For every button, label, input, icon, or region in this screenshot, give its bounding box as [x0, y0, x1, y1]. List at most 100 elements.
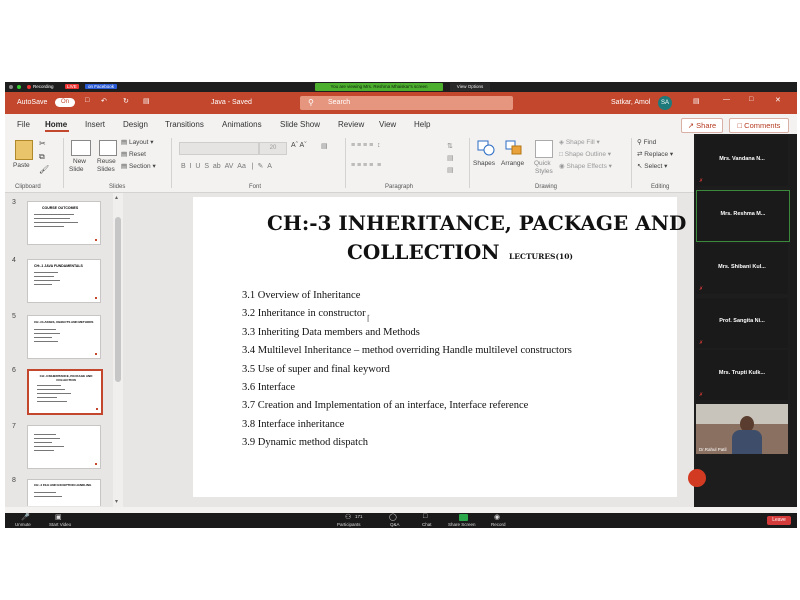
slide-item[interactable]: 3.1 Overview of Inheritance [242, 290, 360, 301]
new-slide-label[interactable]: New [73, 158, 86, 165]
slide-thumbnail[interactable]: CH:-4 FILE AND EXCEPTION HANDLING [27, 479, 101, 506]
leave-button[interactable]: Leave [767, 516, 791, 525]
tab-slide-show[interactable]: Slide Show [280, 120, 320, 129]
list-icons[interactable]: ≡ ≡ ≡ ≡ ↕ [351, 142, 381, 149]
participant-tile-active[interactable]: Mrs. Reshma M... [696, 190, 790, 242]
file-name[interactable]: Java - Saved [211, 99, 252, 106]
user-name[interactable]: Satkar, Amol [611, 99, 650, 106]
participant-tile[interactable]: Mrs. Shibani Kul... ✗ [696, 244, 788, 294]
present-icon[interactable]: ▤ [143, 97, 150, 105]
slide-title-line-2[interactable]: COLLECTION [347, 240, 500, 264]
new-slide-icon[interactable] [71, 140, 91, 156]
new-slide-label-2[interactable]: Slide [69, 166, 83, 173]
arrange-label[interactable]: Arrange [501, 160, 524, 167]
align-icons[interactable]: ≡ ≡ ≡ ≡ ≡ [351, 162, 381, 169]
slide-thumbnail[interactable]: CH:-CLASSES, OBJECTS AND METHODS [27, 315, 101, 359]
align-text-icon[interactable]: ▤ [447, 154, 454, 162]
tab-design[interactable]: Design [123, 120, 148, 129]
quick-styles-label[interactable]: Quick [534, 160, 551, 167]
slide-item[interactable]: 3.9 Dynamic method dispatch [242, 437, 368, 448]
clear-format-icon[interactable]: ▤ [321, 142, 328, 150]
participant-tile[interactable]: Mrs. Trupti Kulk... ✗ [696, 350, 788, 400]
record-indicator[interactable] [688, 469, 706, 487]
qa-label[interactable]: Q&A [390, 522, 400, 527]
unmute-label[interactable]: Unmute [15, 522, 31, 527]
format-painter-icon[interactable]: 🖌 [39, 165, 49, 174]
autosave-toggle[interactable]: On [55, 98, 76, 107]
tab-transitions[interactable]: Transitions [165, 120, 204, 129]
shapes-icon[interactable] [477, 140, 495, 156]
live-on-facebook[interactable]: on Facebook [85, 84, 118, 89]
tab-home[interactable]: Home [45, 120, 67, 129]
window-dot-icon[interactable] [9, 85, 13, 89]
qa-icon[interactable]: ◯ [389, 513, 397, 521]
comments-button[interactable]: □ Comments [729, 118, 789, 133]
video-camera-icon[interactable]: ▣ [55, 513, 62, 521]
slide-item[interactable]: 3.8 Interface inheritance [242, 419, 344, 430]
ribbon-display-icon[interactable]: ▤ [693, 97, 700, 105]
select-button[interactable]: ↖ Select ▾ [637, 162, 667, 170]
slide[interactable]: CH:-3 INHERITANCE, PACKAGE AND COLLECTIO… [193, 197, 686, 497]
slide-thumbnail[interactable]: CH:-1 JAVA FUNDAMENTALS [27, 259, 101, 303]
lectures-label[interactable]: LECTURES(10) [509, 252, 573, 261]
cut-icon[interactable]: ✂ [39, 139, 46, 148]
minimize-icon[interactable]: — [723, 96, 730, 103]
slide-item[interactable]: 3.6 Interface [242, 382, 295, 393]
reuse-label[interactable]: Reuse [97, 158, 116, 165]
copy-icon[interactable]: ⧉ [39, 152, 45, 162]
smartart-icon[interactable]: ▤ [447, 166, 454, 174]
participant-tile[interactable]: Mrs. Vandana N... ✗ [696, 136, 788, 186]
section-button[interactable]: ▤ Section ▾ [121, 162, 156, 170]
font-name-select[interactable] [179, 142, 259, 155]
shape-outline-button[interactable]: □ Shape Outline ▾ [559, 150, 611, 158]
tab-file[interactable]: File [17, 120, 30, 129]
slide-title-line-1[interactable]: CH:-3 INHERITANCE, PACKAGE AND [267, 211, 686, 235]
save-icon[interactable]: □ [85, 97, 89, 104]
start-video-label[interactable]: Start Video [49, 522, 71, 527]
chat-icon[interactable]: □ [423, 513, 427, 520]
slide-thumbnail[interactable] [27, 425, 101, 469]
scroll-up-icon[interactable]: ▴ [115, 194, 118, 201]
share-button[interactable]: ↗ Share [681, 118, 723, 133]
slide-item[interactable]: 3.3 Inheriting Data members and Methods [242, 327, 420, 338]
slide-thumbnail[interactable]: COURSE OUTCOMES [27, 201, 101, 245]
participant-video[interactable]: Dr.Rahul Patil [696, 404, 788, 454]
participants-icon[interactable]: ⚇ [345, 513, 351, 521]
font-size-select[interactable]: 20 [259, 142, 287, 155]
replace-button[interactable]: ⇄ Replace ▾ [637, 150, 673, 158]
slide-thumbnail-selected[interactable]: CH:-3 INHERITANCE, PACKAGE AND COLLECTIO… [27, 369, 103, 415]
quick-styles-label-2[interactable]: Styles [535, 168, 553, 175]
shape-fill-button[interactable]: ◈ Shape Fill ▾ [559, 138, 600, 146]
shapes-label[interactable]: Shapes [473, 160, 495, 167]
participants-label[interactable]: Participants [337, 522, 361, 527]
scrollbar-thumb[interactable] [115, 217, 121, 382]
record-label[interactable]: Record [491, 522, 506, 527]
redo-icon[interactable]: ↻ [123, 97, 129, 105]
slide-item[interactable]: 3.4 Multilevel Inheritance – method over… [242, 345, 572, 356]
find-button[interactable]: ⚲ Find [637, 138, 656, 146]
tab-insert[interactable]: Insert [85, 120, 105, 129]
arrange-icon[interactable] [505, 140, 523, 156]
tab-view[interactable]: View [379, 120, 396, 129]
reset-button[interactable]: ▤ Reset [121, 150, 146, 158]
tab-animations[interactable]: Animations [222, 120, 262, 129]
participant-tile[interactable]: Prof. Sangita Ni... ✗ [696, 298, 788, 348]
slide-item[interactable]: 3.5 Use of super and final keyword [242, 364, 390, 375]
quick-styles-icon[interactable] [535, 140, 553, 158]
share-screen-label[interactable]: Share Screen [448, 522, 476, 527]
shape-effects-button[interactable]: ◉ Shape Effects ▾ [559, 162, 612, 170]
search-box[interactable]: ⚲ Search [300, 96, 513, 110]
reuse-slides-icon[interactable] [99, 140, 117, 156]
close-icon[interactable]: ✕ [775, 96, 781, 104]
scroll-down-icon[interactable]: ▾ [115, 498, 118, 505]
slide-item[interactable]: 3.2 Inheritance in constructor [242, 308, 366, 319]
paste-label[interactable]: Paste [13, 162, 30, 169]
share-screen-icon[interactable] [459, 514, 468, 521]
mic-icon[interactable]: 🎤 [21, 513, 30, 521]
maximize-icon[interactable]: □ [749, 96, 753, 103]
paste-icon[interactable] [15, 140, 33, 160]
text-direction-icon[interactable]: ⇅ [447, 142, 453, 150]
view-options-button[interactable]: View Options [450, 83, 490, 91]
record-icon[interactable]: ◉ [494, 513, 500, 521]
font-format-icons[interactable]: B I U S ab AV Aa ❘ ✎ A [181, 162, 272, 170]
